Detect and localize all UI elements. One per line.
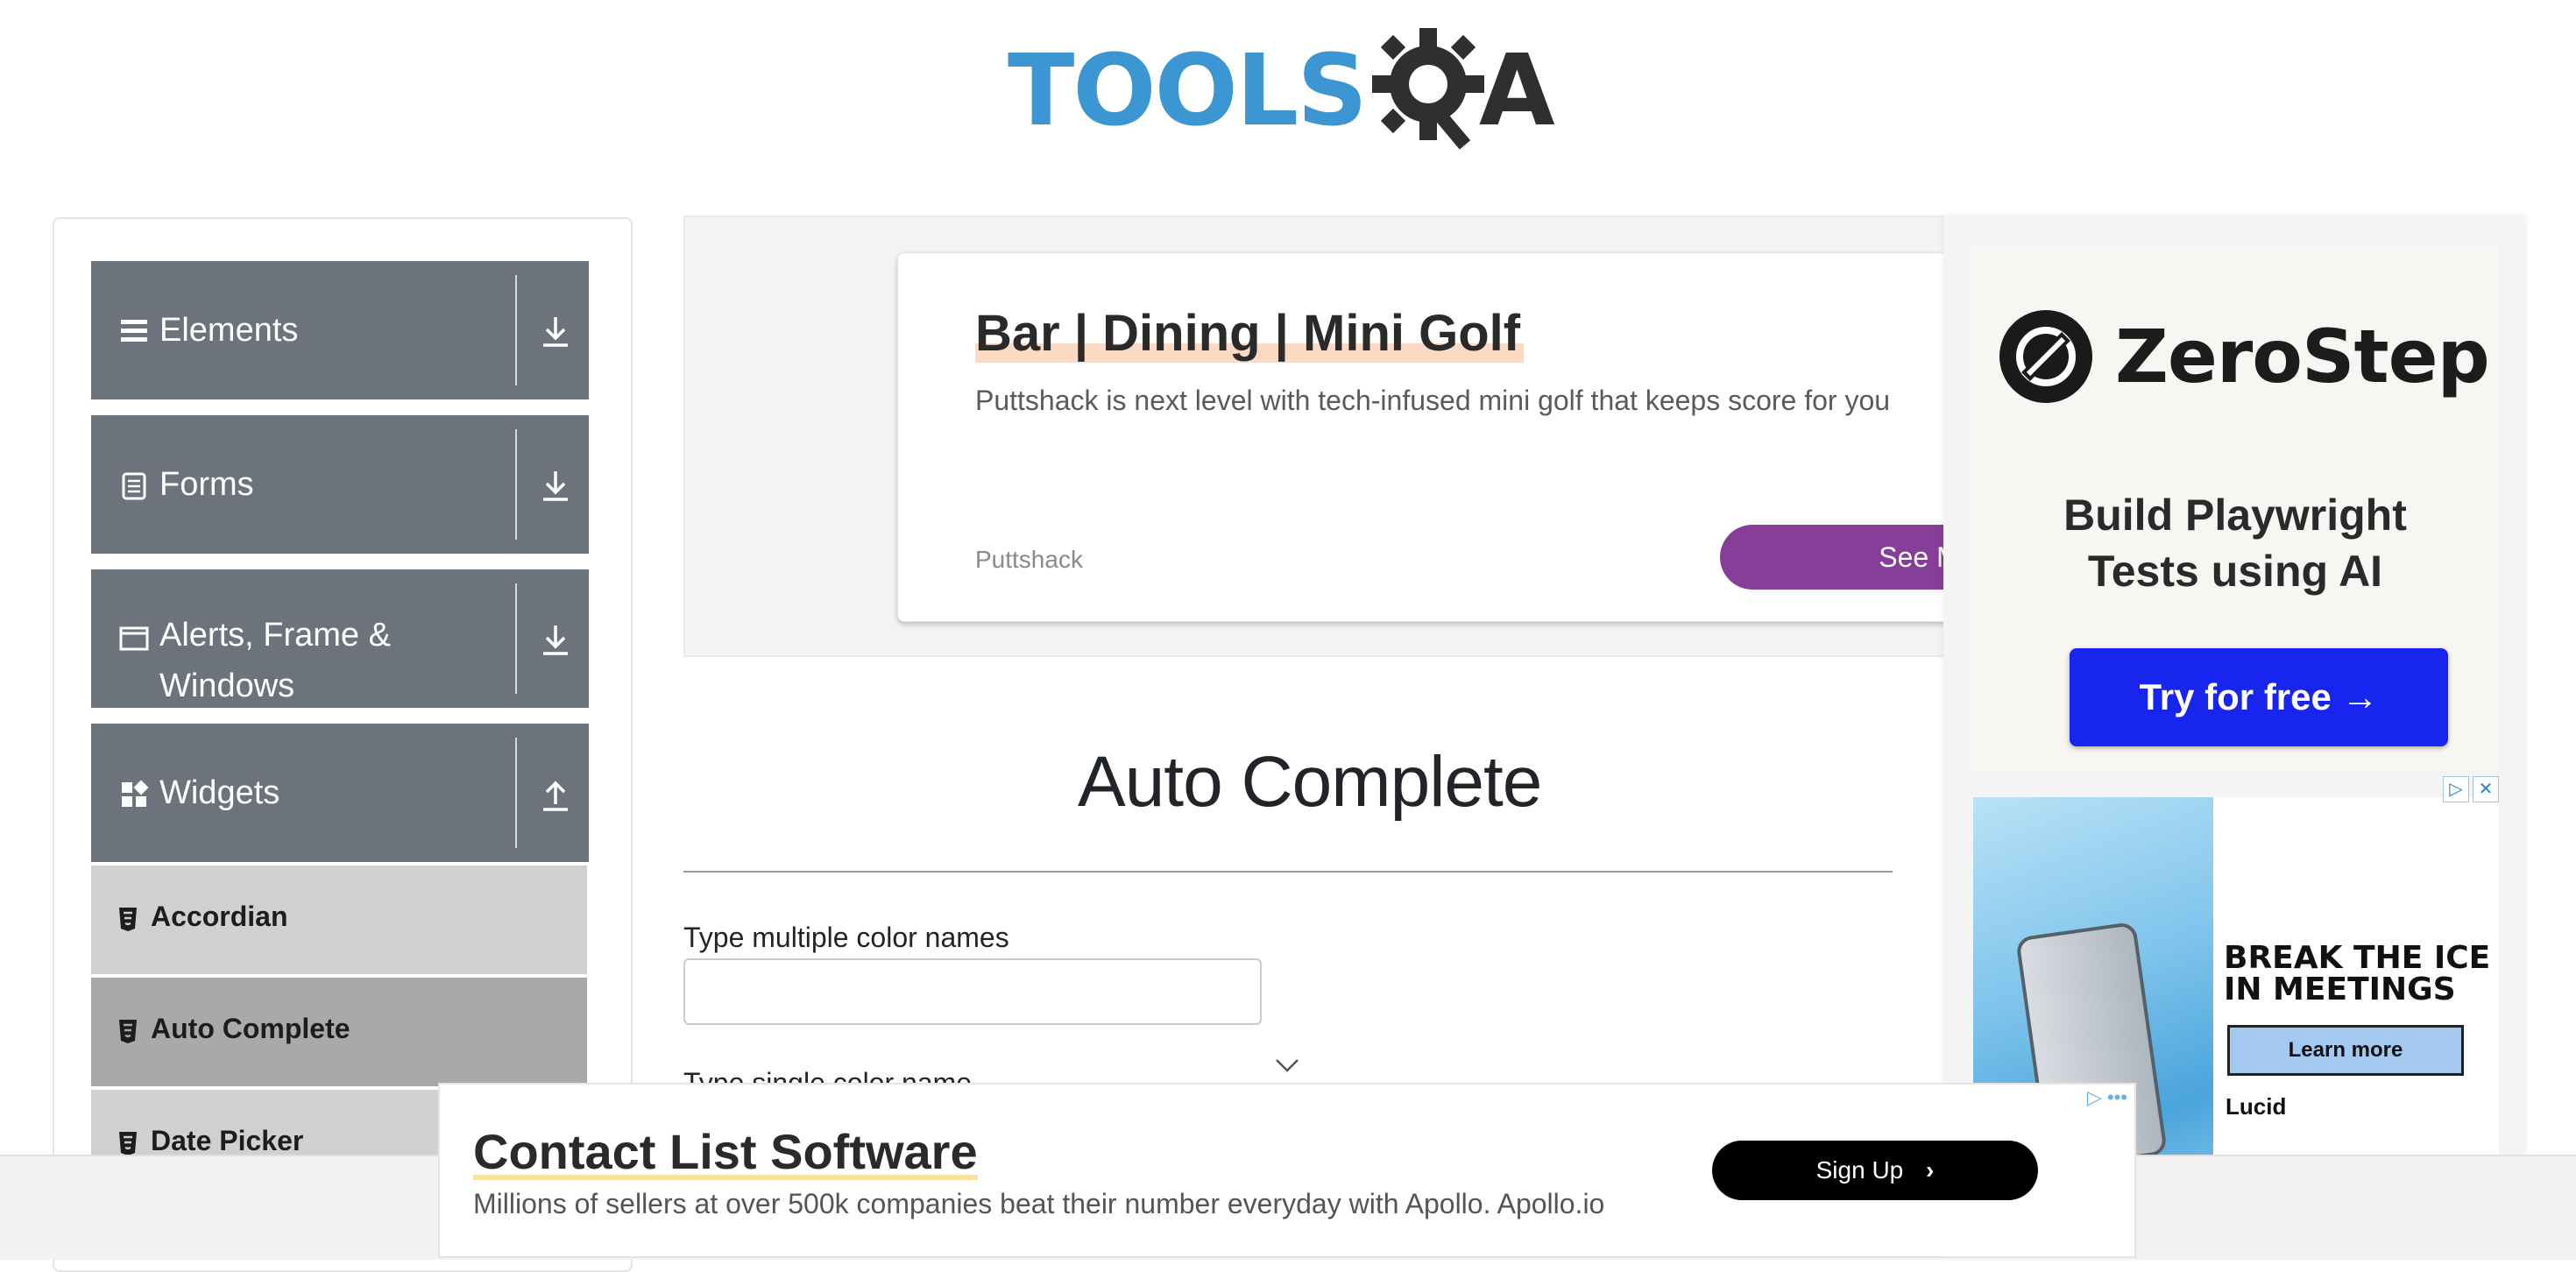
close-icon[interactable]: ✕ — [2473, 776, 2499, 802]
chevron-down-icon[interactable] — [1274, 1056, 1300, 1074]
multi-color-label: Type multiple color names — [683, 922, 1009, 953]
download-arrow-icon[interactable] — [538, 466, 573, 505]
lucid-headline-line2: IN MEETINGS — [2224, 972, 2456, 1007]
ad-brand: Puttshack — [975, 546, 1083, 573]
ad-banner-top: Bar | Dining | Mini Golf Puttshack is ne… — [683, 216, 2003, 657]
sign-up-button[interactable]: Sign Up › — [1712, 1141, 2038, 1200]
group-divider — [515, 738, 517, 848]
group-widgets[interactable]: Widgets — [91, 724, 589, 862]
group-alerts-frame-windows[interactable]: Alerts, Frame & Windows — [91, 569, 589, 708]
lucid-brand: Lucid — [2226, 1093, 2287, 1120]
group-label-widgets: Widgets — [159, 774, 280, 811]
zerostep-tagline: Build Playwright Tests using AI — [1971, 487, 2499, 599]
sidebar-item-label: Date Picker — [151, 1125, 304, 1156]
single-color-label: Type single color name — [683, 1067, 973, 1083]
title-divider — [683, 871, 1893, 873]
sign-up-label: Sign Up — [1815, 1156, 1904, 1184]
widgets-icon — [122, 780, 149, 807]
upload-arrow-icon[interactable] — [538, 774, 573, 813]
chevron-right-icon: › — [1926, 1156, 1935, 1184]
adchoices-icon[interactable]: ▷ ••• — [2087, 1086, 2127, 1109]
group-label-alerts: Alerts, Frame & Windows — [159, 617, 391, 704]
logo-text-a: A — [1479, 34, 1555, 148]
zerostep-tagline-line2: Tests using AI — [2087, 547, 2383, 596]
document-icon — [122, 472, 146, 500]
html5-icon — [119, 1132, 137, 1155]
ad-bottom-title: Contact List Software — [473, 1123, 978, 1180]
toolsqa-logo[interactable]: TOOLS A — [1008, 25, 1574, 158]
sidebar-item-label: Accordian — [151, 901, 288, 932]
ad-bottom-description: Millions of sellers at over 500k compani… — [473, 1188, 1605, 1219]
gear-icon — [1372, 28, 1484, 150]
group-divider — [515, 583, 517, 694]
ad-banner-bottom[interactable]: ▷ ••• Contact List Software Millions of … — [438, 1083, 2136, 1258]
try-for-free-button[interactable]: Try for free → — [2070, 648, 2448, 746]
page-title: Auto Complete — [1078, 742, 1542, 822]
ad-title: Bar | Dining | Mini Golf — [975, 304, 1525, 363]
ad-card[interactable]: Bar | Dining | Mini Golf Puttshack is ne… — [897, 252, 2003, 622]
hamburger-icon — [121, 320, 147, 342]
download-arrow-icon[interactable] — [538, 620, 573, 659]
zerostep-ad[interactable]: ZeroStep Build Playwright Tests using AI… — [1971, 245, 2499, 771]
group-divider — [515, 275, 517, 385]
lucid-headline-line1: BREAK THE ICE — [2224, 940, 2491, 976]
sidebar-item-label: Auto Complete — [151, 1013, 350, 1044]
ad-description: Puttshack is next level with tech-infuse… — [975, 385, 1891, 416]
zerostep-brand: ZeroStep — [2115, 314, 2490, 399]
sidebar-item-accordian[interactable]: Accordian — [91, 866, 587, 977]
ad-choices[interactable]: ▷ ✕ — [2443, 776, 2499, 802]
group-elements[interactable]: Elements — [91, 261, 589, 399]
logo-text-tools: TOOLS — [1008, 34, 1368, 148]
zerostep-logo-icon — [1999, 310, 2092, 403]
adchoices-icon[interactable]: ▷ — [2443, 776, 2469, 802]
html5-icon — [119, 908, 137, 931]
zerostep-tagline-line1: Build Playwright — [2063, 491, 2407, 540]
html5-icon — [119, 1020, 137, 1043]
window-icon — [119, 626, 149, 651]
group-forms[interactable]: Forms — [91, 415, 589, 554]
group-label-elements: Elements — [159, 312, 299, 349]
sidebar-item-auto-complete[interactable]: Auto Complete — [91, 978, 587, 1089]
learn-more-button[interactable]: Learn more — [2227, 1025, 2464, 1076]
multi-color-input[interactable] — [683, 958, 1262, 1025]
download-arrow-icon[interactable] — [538, 312, 573, 350]
group-divider — [515, 429, 517, 540]
lucid-headline: BREAK THE ICE IN MEETINGS — [2224, 943, 2490, 1006]
group-label-forms: Forms — [159, 466, 254, 503]
